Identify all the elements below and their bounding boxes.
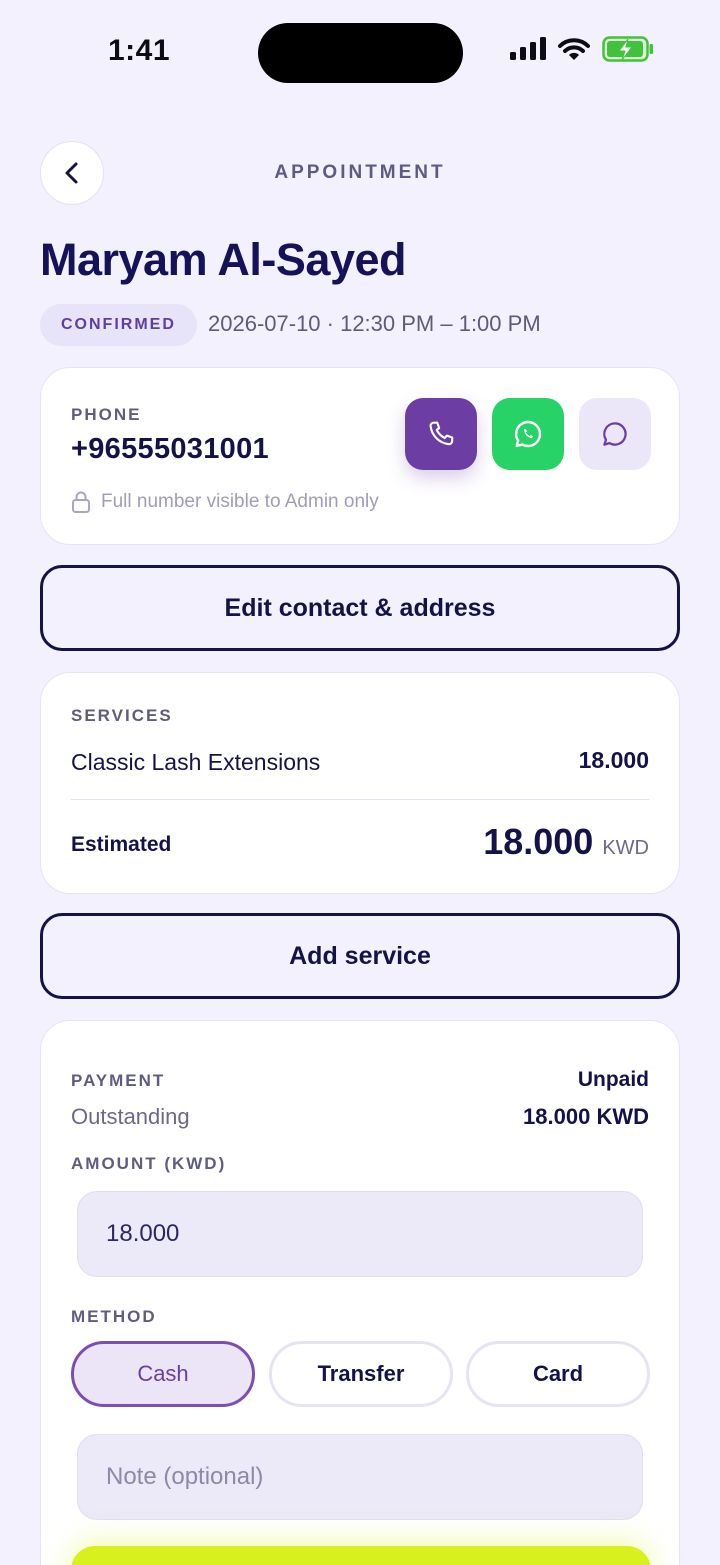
note-input[interactable]: Note (optional) [77, 1434, 643, 1520]
edit-contact-button[interactable]: Edit contact & address [40, 565, 680, 651]
status-icons [510, 36, 654, 67]
appointment-screen: 1:41 APPOINTMENT Maryam Al-Sayed CONFIRM… [0, 0, 720, 1565]
phone-visibility-note: Full number visible to Admin only [71, 491, 379, 513]
estimated-currency: KWD [602, 837, 649, 859]
outstanding-value: 18.000 KWD [523, 1104, 649, 1129]
service-price: 18.000 [578, 747, 649, 773]
amount-label: AMOUNT (KWD) [71, 1154, 227, 1173]
lock-icon [72, 491, 90, 513]
estimated-amount: 18.000 [483, 821, 594, 862]
method-label: METHOD [71, 1307, 157, 1326]
phone-number: +96555031001 [71, 433, 269, 465]
phone-label: PHONE [71, 405, 142, 424]
phone-card: PHONE +96555031001 Full number visible t… [40, 367, 680, 545]
message-button[interactable] [579, 398, 651, 470]
wifi-icon [558, 37, 590, 66]
service-name: Classic Lash Extensions [71, 749, 321, 775]
phone-icon [429, 421, 454, 446]
estimated-total: 18.000 KWD [483, 821, 649, 863]
page-title: APPOINTMENT [274, 162, 446, 183]
estimated-label: Estimated [71, 833, 172, 856]
services-label: SERVICES [71, 706, 173, 725]
divider [71, 799, 649, 800]
record-payment-button[interactable] [71, 1546, 651, 1565]
payment-status: Unpaid [577, 1068, 649, 1091]
services-card: SERVICES Classic Lash Extensions 18.000 … [40, 672, 680, 894]
chat-bubble-icon [603, 422, 627, 446]
phone-note-text: Full number visible to Admin only [101, 491, 379, 512]
payment-card: PAYMENT Unpaid Outstanding 18.000 KWD AM… [40, 1020, 680, 1565]
status-time: 1:41 [108, 34, 171, 67]
dynamic-island [258, 23, 463, 83]
amount-input[interactable]: 18.000 [77, 1191, 643, 1277]
appointment-datetime: 2026-07-10 · 12:30 PM – 1:00 PM [208, 311, 541, 336]
status-badge: CONFIRMED [40, 304, 197, 346]
add-service-button[interactable]: Add service [40, 913, 680, 999]
payment-label: PAYMENT [71, 1071, 166, 1090]
method-card-button[interactable]: Card [466, 1341, 650, 1407]
method-transfer-button[interactable]: Transfer [269, 1341, 453, 1407]
whatsapp-icon [514, 420, 542, 448]
outstanding-label: Outstanding [71, 1104, 190, 1129]
signal-icon [510, 37, 546, 66]
battery-charging-icon [602, 36, 654, 67]
whatsapp-button[interactable] [492, 398, 564, 470]
method-cash-button[interactable]: Cash [71, 1341, 255, 1407]
call-button[interactable] [405, 398, 477, 470]
client-name: Maryam Al-Sayed [40, 234, 407, 285]
